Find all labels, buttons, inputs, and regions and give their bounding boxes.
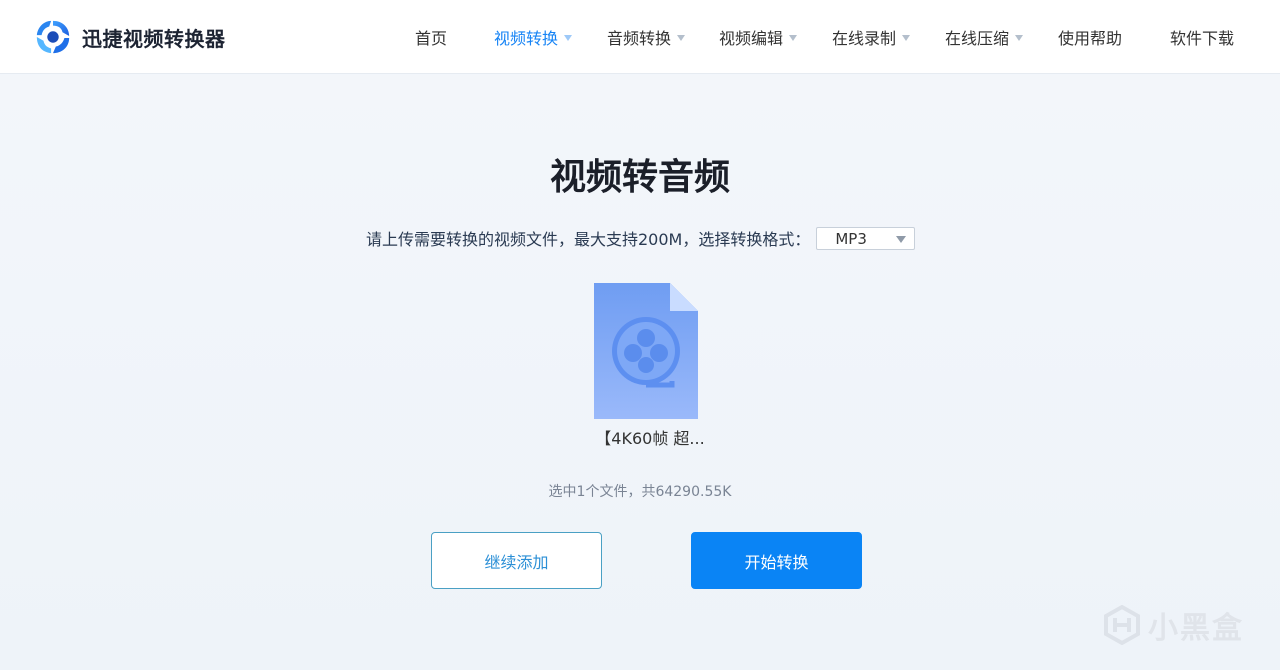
format-select[interactable]: MP3 — [816, 226, 916, 250]
start-convert-button[interactable]: 开始转换 — [691, 532, 862, 589]
heybox-logo-icon — [1104, 605, 1140, 645]
chevron-down-icon — [789, 35, 798, 41]
start-convert-button-label: 开始转换 — [744, 552, 809, 572]
chevron-down-icon — [896, 235, 907, 243]
nav-help[interactable]: 使用帮助 — [1058, 26, 1122, 48]
nav-video-convert[interactable]: 视频转换 — [494, 26, 573, 48]
upload-hint-row: 请上传需要转换的视频文件，最大支持200M，选择转换格式： MP3 — [366, 226, 916, 250]
nav-video-edit[interactable]: 视频编辑 — [719, 26, 798, 48]
upload-hint: 请上传需要转换的视频文件，最大支持200M，选择转换格式： — [366, 230, 811, 249]
nav-home[interactable]: 首页 — [415, 26, 447, 48]
top-header: 迅捷视频转换器 首页 视频转换 音频转换 视频编辑 在线录制 在线压缩 使用帮助 — [0, 0, 1280, 74]
selection-summary: 选中1个文件，共64290.55K — [548, 484, 732, 500]
file-name: 【4K60帧 超... — [595, 429, 705, 448]
chevron-down-icon — [564, 35, 573, 41]
watermark: 小黑盒 — [1102, 604, 1244, 646]
nav-online-record[interactable]: 在线录制 — [832, 26, 911, 48]
nav-download[interactable]: 软件下载 — [1170, 26, 1234, 48]
nav-help-label: 使用帮助 — [1058, 29, 1123, 48]
format-select-value: MP3 — [835, 229, 867, 248]
page-title: 视频转音频 — [549, 157, 730, 198]
nav-audio-convert-label: 音频转换 — [607, 29, 672, 48]
nav-online-compress[interactable]: 在线压缩 — [945, 26, 1024, 48]
nav-online-compress-label: 在线压缩 — [945, 29, 1010, 48]
nav-download-label: 软件下载 — [1170, 29, 1235, 48]
chevron-down-icon — [677, 35, 686, 41]
nav-online-record-label: 在线录制 — [832, 29, 897, 48]
watermark-text: 小黑盒 — [1148, 611, 1244, 646]
converter-panel: 视频转音频 请上传需要转换的视频文件，最大支持200M，选择转换格式： MP3 … — [0, 75, 1280, 670]
nav-audio-convert[interactable]: 音频转换 — [607, 26, 686, 48]
nav-video-convert-label: 视频转换 — [494, 29, 559, 48]
chevron-down-icon — [902, 35, 911, 41]
nav-video-edit-label: 视频编辑 — [719, 29, 784, 48]
main-nav: 首页 视频转换 音频转换 视频编辑 在线录制 在线压缩 使用帮助 软件下载 — [0, 0, 1280, 74]
add-more-button-label: 继续添加 — [484, 552, 549, 572]
video-file-icon[interactable] — [594, 283, 698, 419]
nav-home-label: 首页 — [415, 29, 448, 48]
add-more-button[interactable]: 继续添加 — [431, 532, 602, 589]
chevron-down-icon — [1015, 35, 1024, 41]
